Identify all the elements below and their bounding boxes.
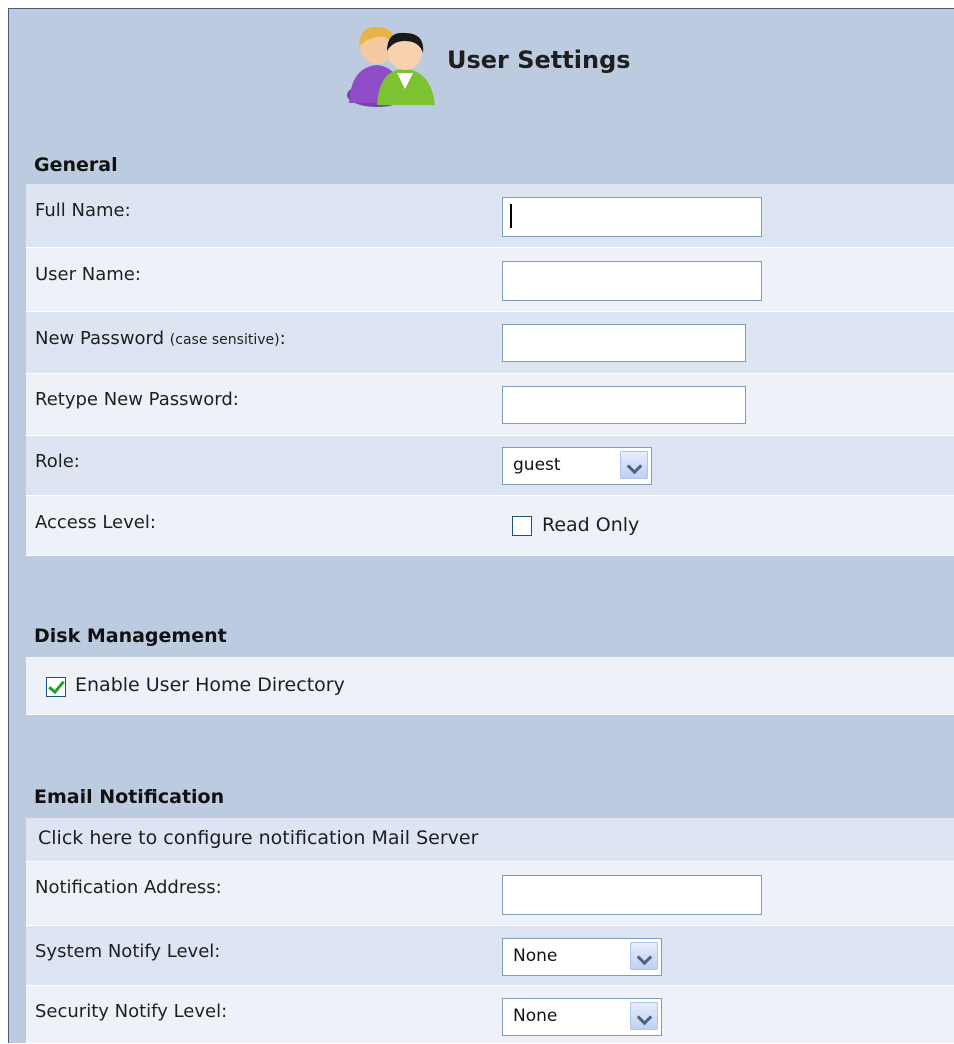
user-name-label: User Name: — [35, 264, 141, 285]
user-name-input[interactable] — [502, 261, 762, 301]
notification-address-label: Notification Address: — [35, 877, 222, 898]
home-dir-checkbox[interactable] — [46, 677, 66, 697]
access-level-label: Access Level: — [35, 512, 156, 533]
section-title-general: General — [34, 154, 118, 176]
system-notify-label: System Notify Level: — [35, 941, 221, 962]
chevron-down-icon — [630, 1002, 658, 1030]
page-title: User Settings — [447, 46, 631, 74]
user-name-row: User Name: — [26, 248, 954, 312]
security-notify-select[interactable]: None — [502, 998, 662, 1036]
new-password-label: New Password (case sensitive): — [35, 328, 286, 349]
read-only-checkbox[interactable] — [512, 516, 532, 536]
notification-address-input[interactable] — [502, 875, 762, 915]
section-title-email: Email Notification — [34, 786, 225, 808]
home-dir-label[interactable]: Enable User Home Directory — [75, 674, 345, 696]
full-name-row: Full Name: — [26, 184, 954, 248]
new-password-row: New Password (case sensitive): — [26, 312, 954, 374]
security-notify-label: Security Notify Level: — [35, 1001, 228, 1022]
full-name-input[interactable] — [502, 197, 762, 237]
users-icon — [347, 26, 435, 107]
chevron-down-icon — [630, 942, 658, 970]
text-caret — [510, 204, 512, 228]
home-dir-row: Enable User Home Directory — [26, 657, 954, 715]
configure-mail-server-link[interactable]: Click here to configure notification Mai… — [38, 827, 478, 849]
new-password-input[interactable] — [502, 324, 746, 362]
read-only-label[interactable]: Read Only — [542, 514, 639, 536]
role-select[interactable]: guest — [502, 447, 652, 485]
full-name-label: Full Name: — [35, 200, 131, 221]
header: User Settings — [9, 9, 954, 109]
retype-password-row: Retype New Password: — [26, 374, 954, 436]
role-row: Role: guest — [26, 436, 954, 496]
section-title-disk: Disk Management — [34, 625, 227, 647]
system-notify-row: System Notify Level: None — [26, 926, 954, 986]
chevron-down-icon — [620, 451, 648, 479]
retype-password-input[interactable] — [502, 386, 746, 424]
retype-password-label: Retype New Password: — [35, 389, 239, 410]
notification-address-row: Notification Address: — [26, 862, 954, 926]
role-label: Role: — [35, 451, 80, 472]
system-notify-select[interactable]: None — [502, 938, 662, 976]
mail-server-link-row: Click here to configure notification Mai… — [26, 818, 954, 862]
access-level-row: Access Level: Read Only — [26, 496, 954, 556]
security-notify-row: Security Notify Level: None — [26, 986, 954, 1044]
user-settings-panel: User Settings General Full Name: User Na… — [8, 8, 954, 1044]
